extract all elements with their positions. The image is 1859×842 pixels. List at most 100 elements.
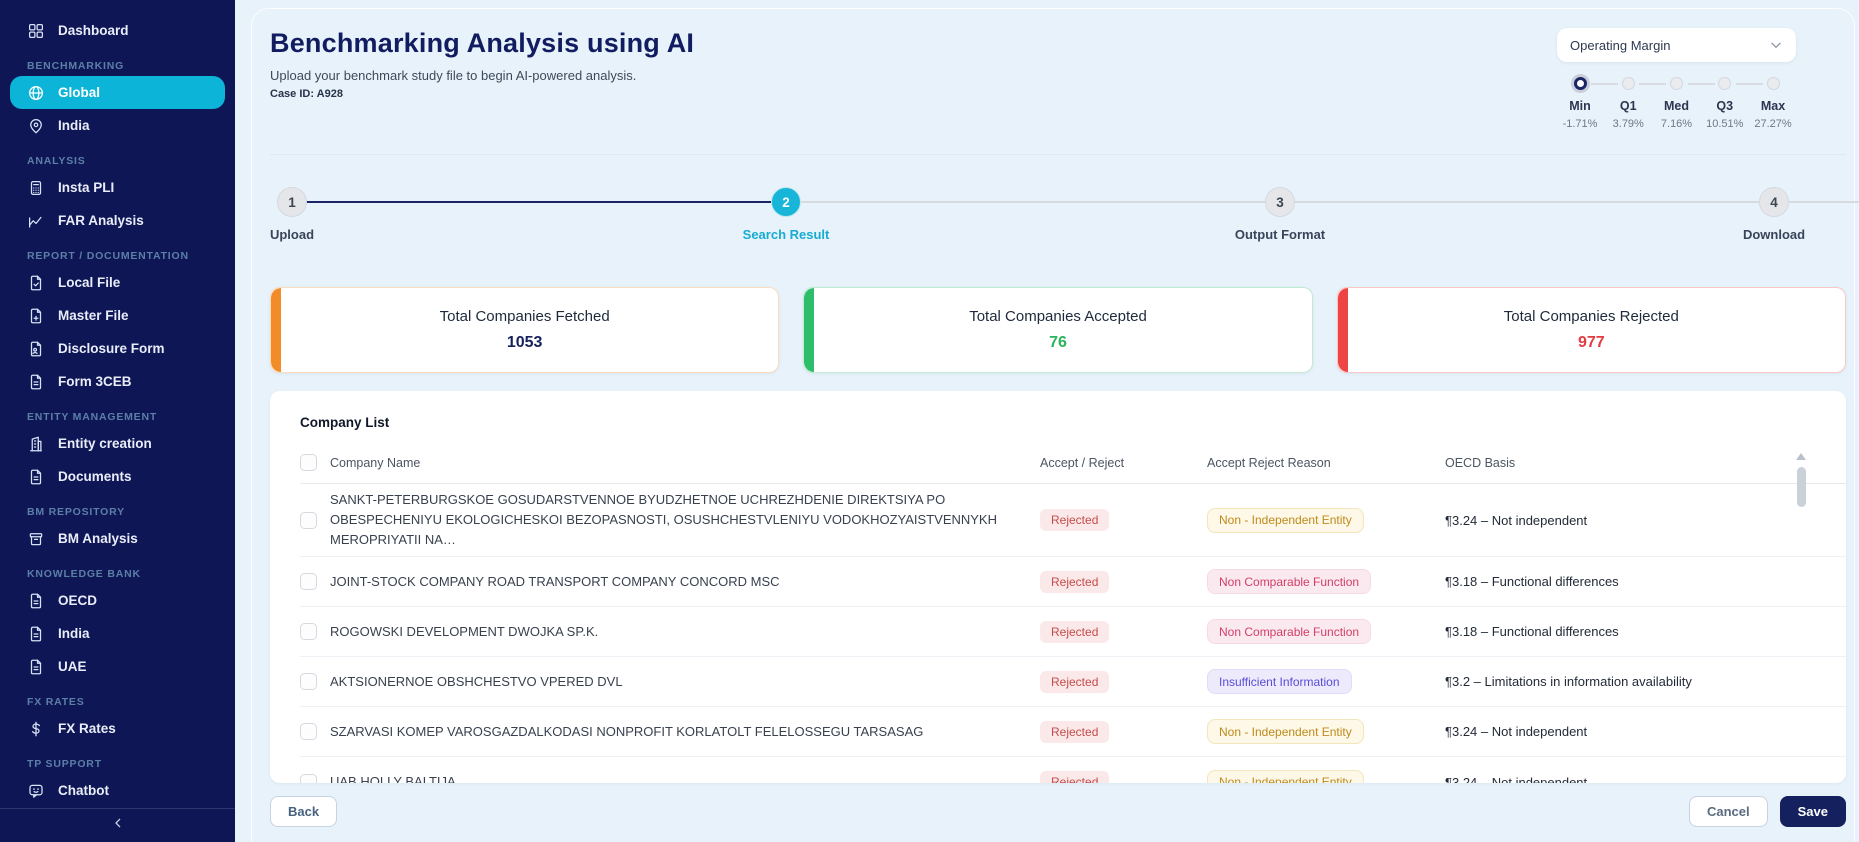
table-row: JOINT-STOCK COMPANY ROAD TRANSPORT COMPA… — [300, 557, 1846, 608]
dashboard-icon — [27, 22, 45, 40]
pli-selector-value: Operating Margin — [1570, 37, 1671, 53]
status-badge: Rejected — [1040, 620, 1110, 643]
quartile-min: Min -1.71% — [1558, 77, 1618, 130]
sidebar-item-label: Disclosure Form — [58, 341, 165, 356]
column-header-company-name: Company Name — [330, 455, 421, 470]
quartile-label: Q1 — [1619, 99, 1637, 113]
row-checkbox[interactable] — [300, 773, 317, 783]
sidebar-item-label: Dashboard — [58, 23, 129, 38]
sidebar-item-entity-creation[interactable]: Entity creation — [0, 427, 235, 460]
sidebar-item-dashboard[interactable]: Dashboard — [0, 14, 235, 47]
case-id: Case ID: A928 — [270, 88, 343, 100]
table-title: Company List — [300, 415, 390, 430]
column-header-oecd-basis: OECD Basis — [1445, 455, 1516, 470]
card-label: Total Companies Fetched — [439, 308, 610, 325]
table-row: SZARVASI KOMEP VAROSGAZDALKODASI NONPROF… — [300, 707, 1846, 758]
column-header-accept-reject: Accept / Reject — [1040, 455, 1125, 470]
step-circle[interactable]: 3 — [1265, 187, 1295, 217]
step-label: Search Result — [742, 227, 830, 242]
sidebar-nav: Dashboard BENCHMARKING Global India ANALYSIS… — [0, 14, 235, 807]
sidebar-item-insta-pli[interactable]: Insta PLI — [0, 171, 235, 204]
reason-badge: Non - Independent Entity — [1207, 719, 1364, 745]
back-button[interactable]: Back — [270, 796, 338, 827]
archive-icon — [27, 530, 45, 548]
table-body: SANKT-PETERBURGSKOE GOSUDARSTVENNOE BYUD… — [300, 484, 1846, 783]
quartile-radio[interactable] — [1670, 77, 1683, 90]
sidebar-item-india[interactable]: India — [0, 617, 235, 650]
scroll-up-icon[interactable] — [1796, 453, 1806, 460]
row-checkbox[interactable] — [300, 723, 317, 741]
quartile-value: 10.51% — [1706, 118, 1744, 130]
quartile-label: Q3 — [1716, 99, 1734, 113]
title-block: Benchmarking Analysis using AI Upload yo… — [270, 28, 694, 100]
step-download: 4 Download — [1743, 187, 1805, 251]
sidebar-item-label: BM Analysis — [58, 531, 138, 546]
table-row: ROGOWSKI DEVELOPMENT DWOJKA SP.K. Rejecte… — [300, 607, 1846, 658]
footer-bar: Back Cancel Save — [270, 796, 1846, 827]
scrollbar-thumb[interactable] — [1796, 467, 1806, 507]
card-total-companies-fetched: Total Companies Fetched 1053 — [270, 287, 780, 373]
sidebar-item-chatbot[interactable]: Chatbot — [0, 774, 235, 807]
sidebar-item-label: India — [58, 118, 90, 133]
quartile-label: Max — [1760, 99, 1786, 113]
sidebar-item-label: UAE — [58, 659, 87, 674]
quartile-med: Med 7.16% — [1655, 77, 1715, 130]
sidebar-item-uae[interactable]: UAE — [0, 650, 235, 683]
chat-icon — [27, 782, 45, 800]
nav-section-entity-management: ENTITY MANAGEMENT — [27, 411, 158, 423]
reason-badge: Insufficient Information — [1207, 669, 1352, 695]
select-all-checkbox[interactable] — [300, 454, 317, 471]
summary-cards: Total Companies Fetched 1053 Total Compani… — [270, 287, 1846, 373]
quartile-radio[interactable] — [1766, 77, 1780, 90]
quartile-radio[interactable] — [1718, 77, 1732, 90]
pli-selector[interactable]: Operating Margin — [1557, 28, 1796, 62]
sidebar-item-far-analysis[interactable]: FAR Analysis — [0, 204, 235, 237]
sidebar-item-india[interactable]: India — [0, 109, 235, 142]
card-value: 76 — [1049, 334, 1067, 351]
quartile-q3: Q3 10.51% — [1703, 77, 1763, 130]
main-content: Benchmarking Analysis using AI Upload yo… — [235, 0, 1859, 842]
file-check-icon — [27, 274, 45, 292]
nav-section-fx-rates: FX RATES — [27, 696, 85, 708]
sidebar-item-documents[interactable]: Documents — [0, 460, 235, 493]
card-label: Total Companies Accepted — [969, 308, 1147, 325]
table-scrollbar — [1796, 453, 1806, 507]
sidebar-item-oecd[interactable]: OECD — [0, 584, 235, 617]
oecd-basis: ¶3.18 – Functional differences — [1445, 624, 1619, 640]
card-accent-bar — [1337, 288, 1348, 372]
row-checkbox[interactable] — [300, 511, 317, 529]
sidebar-item-label: Local File — [58, 275, 121, 290]
cancel-button[interactable]: Cancel — [1688, 796, 1768, 827]
quartile-label: Min — [1569, 99, 1591, 113]
sidebar-item-fx-rates[interactable]: FX Rates — [0, 712, 235, 745]
quartile-value: 7.16% — [1660, 118, 1693, 130]
quartile-value: 27.27% — [1754, 118, 1792, 130]
page-header: Benchmarking Analysis using AI Upload yo… — [270, 0, 1846, 130]
step-circle[interactable]: 1 — [277, 187, 307, 217]
step-circle[interactable]: 2 — [771, 187, 801, 217]
row-checkbox[interactable] — [300, 673, 317, 691]
card-total-companies-rejected: Total Companies Rejected 977 — [1336, 287, 1846, 373]
sidebar-item-local-file[interactable]: Local File — [0, 266, 235, 299]
save-button[interactable]: Save — [1779, 796, 1846, 827]
row-checkbox[interactable] — [300, 623, 317, 641]
quartile-radio[interactable] — [1573, 77, 1587, 90]
sidebar-item-form-3ceb[interactable]: Form 3CEB — [0, 365, 235, 398]
quartile-radio[interactable] — [1621, 77, 1635, 90]
nav-section-knowledge-bank: KNOWLEDGE BANK — [27, 568, 141, 580]
sidebar: Dashboard BENCHMARKING Global India ANALYSIS… — [0, 0, 235, 842]
sidebar-item-master-file[interactable]: Master File — [0, 299, 235, 332]
sidebar-item-global[interactable]: Global — [10, 76, 225, 109]
row-checkbox[interactable] — [300, 573, 317, 591]
step-circle[interactable]: 4 — [1759, 187, 1789, 217]
oecd-basis: ¶3.2 – Limitations in information availa… — [1445, 674, 1692, 690]
sidebar-item-disclosure-form[interactable]: Disclosure Form — [0, 332, 235, 365]
building-icon — [27, 435, 45, 453]
card-accent-bar — [804, 288, 815, 372]
sidebar-item-bm-analysis[interactable]: BM Analysis — [0, 522, 235, 555]
table-row: AKTSIONERNOE OBSHCHESTVO VPERED DVL Rejec… — [300, 657, 1846, 708]
sidebar-collapse-button[interactable] — [0, 808, 235, 842]
card-accent-bar — [271, 288, 281, 372]
reason-badge: Non Comparable Function — [1207, 619, 1372, 645]
nav-section-tp-support: TP SUPPORT — [27, 758, 102, 770]
